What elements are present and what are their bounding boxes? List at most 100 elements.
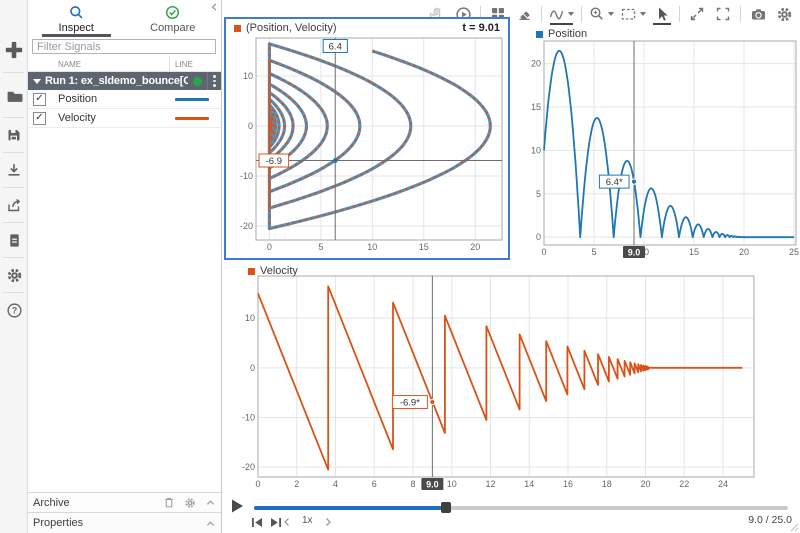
cursor-time-label: t = 9.01 bbox=[462, 22, 500, 34]
share-icon bbox=[8, 199, 21, 212]
signal-line-sample bbox=[175, 116, 209, 120]
svg-text:15: 15 bbox=[689, 247, 699, 257]
svg-text:?: ? bbox=[11, 305, 17, 315]
svg-text:10: 10 bbox=[245, 313, 255, 323]
export-button[interactable] bbox=[0, 188, 28, 222]
svg-text:15: 15 bbox=[419, 242, 429, 252]
xy-plot-title: (Position, Velocity) bbox=[246, 22, 337, 34]
chevron-right-icon bbox=[326, 518, 331, 526]
resize-grip-icon[interactable] bbox=[789, 522, 799, 532]
magnifier-icon bbox=[69, 6, 83, 19]
trash-icon[interactable] bbox=[163, 496, 175, 509]
import-button[interactable] bbox=[0, 153, 28, 187]
signal-table-header: NAME LINE bbox=[28, 57, 221, 72]
svg-text:6.4: 6.4 bbox=[329, 41, 342, 52]
gear-icon bbox=[777, 7, 791, 21]
plot-area: (Position, Velocity) t = 9.01 0 5 10 15 20 -2… bbox=[222, 0, 800, 533]
signal-row[interactable]: ✓ Position bbox=[28, 90, 221, 109]
step-back-button[interactable] bbox=[250, 516, 263, 528]
step-forward-icon bbox=[270, 518, 281, 527]
save-button[interactable] bbox=[0, 118, 28, 152]
run-menu-button[interactable] bbox=[207, 72, 221, 90]
chevron-up-icon[interactable] bbox=[205, 519, 216, 528]
camera-icon bbox=[751, 9, 765, 20]
plot-settings-button[interactable] bbox=[772, 3, 796, 25]
fullscreen-icon bbox=[716, 7, 730, 21]
svg-text:0: 0 bbox=[541, 247, 546, 257]
play-button[interactable] bbox=[228, 498, 246, 516]
playback-slider[interactable] bbox=[254, 502, 788, 513]
svg-text:10: 10 bbox=[447, 479, 457, 489]
position-plot[interactable]: Position 0510152025051015206.4*9.0 bbox=[528, 25, 800, 260]
zoom-button[interactable] bbox=[587, 3, 616, 25]
report-button[interactable] bbox=[0, 223, 28, 257]
data-cursors-button[interactable] bbox=[547, 3, 576, 25]
svg-text:9.0: 9.0 bbox=[628, 248, 641, 258]
xy-plot-legend: (Position, Velocity) bbox=[234, 22, 336, 34]
svg-text:8: 8 bbox=[410, 479, 415, 489]
floppy-icon bbox=[8, 130, 20, 141]
pointer-button[interactable] bbox=[650, 3, 674, 25]
svg-text:20: 20 bbox=[739, 247, 749, 257]
preferences-button[interactable] bbox=[0, 258, 28, 292]
divider bbox=[541, 6, 542, 22]
plus-icon bbox=[5, 41, 23, 59]
speed-down-button[interactable] bbox=[282, 515, 291, 526]
chevron-up-icon[interactable] bbox=[205, 498, 216, 507]
svg-text:10: 10 bbox=[243, 71, 253, 81]
signal-rows: ✓ Position ✓ Velocity bbox=[28, 90, 221, 128]
svg-text:0: 0 bbox=[250, 363, 255, 373]
properties-label: Properties bbox=[33, 517, 84, 529]
signal-name: Position bbox=[58, 93, 98, 105]
slider-fill bbox=[254, 506, 447, 510]
fit-to-view-button[interactable] bbox=[618, 3, 648, 25]
legend-swatch bbox=[234, 24, 241, 32]
snapshot-button[interactable] bbox=[746, 3, 770, 25]
gear-icon[interactable] bbox=[184, 497, 196, 509]
run-label: Run 1: ex_sldemo_bounce[Current] bbox=[45, 75, 188, 87]
slider-handle[interactable] bbox=[441, 502, 452, 513]
svg-text:18: 18 bbox=[602, 479, 612, 489]
help-button[interactable]: ? bbox=[0, 293, 28, 327]
tab-inspect[interactable]: Inspect bbox=[28, 0, 125, 37]
clear-plots-button[interactable] bbox=[512, 3, 536, 25]
velocity-plot[interactable]: Velocity 0 2 4 6 8 10 12 14 16 18 20 22 24 -20 -10 0 10-… bbox=[240, 262, 758, 490]
step-back-icon bbox=[251, 518, 262, 527]
run-status-dot bbox=[193, 76, 202, 86]
xy-plot[interactable]: (Position, Velocity) t = 9.01 0 5 10 15 20 -2… bbox=[224, 17, 510, 260]
new-button[interactable] bbox=[0, 28, 28, 72]
signal-name: Velocity bbox=[58, 112, 96, 124]
position-plot-title: Position bbox=[548, 28, 588, 40]
signal-row[interactable]: ✓ Velocity bbox=[28, 109, 221, 128]
playback-time-label: 9.0 / 25.0 bbox=[748, 514, 792, 526]
folder-icon bbox=[7, 91, 22, 102]
svg-text:-6.9*: -6.9* bbox=[400, 397, 420, 408]
expand-icon bbox=[690, 7, 704, 21]
svg-text:6: 6 bbox=[372, 479, 377, 489]
expand-button[interactable] bbox=[685, 3, 709, 25]
speed-up-button[interactable] bbox=[324, 515, 333, 526]
speed-controls: 1x bbox=[282, 515, 333, 526]
signal-checkbox[interactable]: ✓ bbox=[33, 92, 46, 106]
svg-text:0: 0 bbox=[536, 232, 541, 242]
signal-checkbox[interactable]: ✓ bbox=[33, 111, 46, 125]
download-icon bbox=[8, 164, 20, 176]
svg-text:5: 5 bbox=[536, 189, 541, 199]
dropdown-caret-icon bbox=[640, 12, 646, 16]
collapse-panel-button[interactable] bbox=[207, 0, 221, 14]
step-forward-button[interactable] bbox=[269, 516, 282, 528]
svg-text:25: 25 bbox=[789, 247, 799, 257]
archive-section-header[interactable]: Archive bbox=[28, 492, 221, 512]
collapse-caret-icon[interactable] bbox=[33, 78, 41, 84]
fullscreen-button[interactable] bbox=[711, 3, 735, 25]
filter-signals-input[interactable] bbox=[32, 39, 216, 54]
simulation-data-inspector: ? Inspect Compare NAME LINE Run 1: ex_ bbox=[0, 0, 800, 533]
app-sidebar: ? bbox=[0, 0, 28, 533]
svg-text:20: 20 bbox=[531, 59, 541, 69]
open-button[interactable] bbox=[0, 73, 28, 117]
properties-section-header[interactable]: Properties bbox=[28, 512, 221, 533]
signal-line-sample bbox=[175, 97, 209, 101]
svg-text:20: 20 bbox=[470, 242, 480, 252]
run-group-row[interactable]: Run 1: ex_sldemo_bounce[Current] bbox=[28, 72, 221, 90]
archive-label: Archive bbox=[33, 496, 70, 509]
